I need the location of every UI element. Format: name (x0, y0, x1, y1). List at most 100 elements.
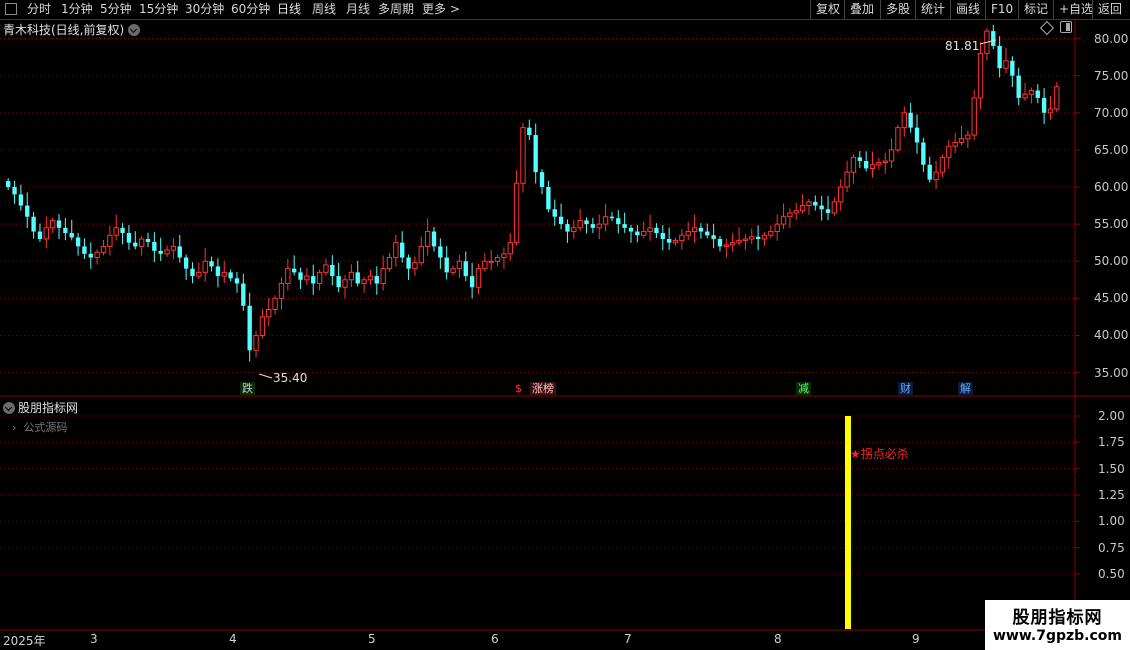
candle (730, 232, 736, 253)
candle (202, 248, 208, 282)
chevron-down-icon[interactable] (3, 402, 15, 414)
candle (711, 223, 716, 249)
candle (1003, 47, 1009, 74)
candle (857, 150, 862, 169)
candle (628, 224, 634, 243)
candle (520, 122, 526, 193)
candle (660, 224, 665, 251)
candle (444, 246, 449, 280)
candle (49, 217, 56, 233)
candle (164, 245, 170, 257)
candle (1041, 88, 1047, 125)
price-tick-label: 70.00 (1094, 105, 1129, 120)
candle (933, 160, 939, 189)
candle (253, 330, 259, 358)
candle (641, 221, 647, 239)
watermark-url: www.7gpzb.com (992, 628, 1122, 644)
candle (991, 24, 996, 49)
candle (386, 252, 393, 272)
indicator-title[interactable]: 股朋指标网 (3, 399, 78, 416)
candle (1047, 95, 1054, 120)
candle (361, 276, 367, 293)
source-code-link[interactable]: › 公式源码 (12, 419, 67, 435)
candle (12, 180, 17, 204)
candle (63, 218, 68, 241)
price-tick-label: 80.00 (1094, 31, 1129, 46)
price-tick-label: 35.00 (1094, 365, 1129, 380)
candle (418, 236, 424, 266)
candle (75, 232, 81, 256)
candle (266, 298, 272, 327)
candle (914, 114, 920, 154)
marker-top-gainers[interactable]: 涨榜 (530, 382, 556, 395)
x-label-april: 4 (229, 632, 237, 646)
candle (774, 214, 780, 241)
candle (780, 203, 787, 230)
candle (374, 266, 379, 295)
candle (825, 196, 831, 221)
candle (831, 197, 838, 216)
indicator-tick-label: 1.25 (1098, 488, 1125, 502)
candle (501, 247, 507, 269)
watermark-logo: 股朋指标网 www.7gpzb.com (985, 600, 1130, 650)
candle (984, 28, 990, 61)
candle (177, 234, 182, 263)
candle (596, 214, 602, 240)
candle (513, 170, 520, 246)
candle (552, 199, 557, 226)
candle (705, 223, 710, 239)
candle (475, 263, 482, 295)
candle (1054, 82, 1060, 113)
candle (37, 223, 43, 242)
x-label-july: 7 (624, 632, 632, 646)
candle (412, 256, 418, 276)
marker-dollar[interactable]: $ (513, 382, 524, 395)
candle (742, 234, 749, 250)
indicator-grid (0, 415, 1080, 575)
candle (1016, 67, 1021, 106)
candle (533, 123, 538, 184)
price-chart[interactable]: 81.81 35.40 ★拐点必杀 (0, 0, 1130, 650)
candle (482, 253, 488, 272)
candle (31, 212, 36, 239)
indicator-tick-label: 1.50 (1098, 461, 1125, 476)
candle (56, 214, 62, 240)
candle (908, 103, 913, 133)
candle (793, 202, 799, 221)
candle (546, 180, 551, 213)
x-label-may: 5 (368, 632, 376, 646)
candle (431, 226, 437, 252)
candle (336, 262, 341, 293)
candle (965, 130, 971, 148)
candle (348, 264, 355, 287)
marker-fall[interactable]: 跌 (240, 382, 255, 395)
candle (622, 212, 627, 233)
candle (609, 212, 615, 222)
candle (590, 217, 596, 233)
candle (850, 154, 857, 184)
candle (946, 139, 952, 169)
candle (278, 277, 285, 310)
candle (616, 210, 621, 234)
candle (488, 249, 494, 271)
candle (183, 254, 189, 280)
candle (761, 232, 768, 247)
candle (527, 119, 532, 141)
candle (838, 178, 844, 212)
candle (145, 232, 151, 247)
marker-unlock[interactable]: 解 (958, 382, 973, 395)
price-tick-label: 65.00 (1094, 142, 1129, 157)
candle (666, 227, 672, 250)
candle (799, 194, 806, 214)
candle (672, 237, 679, 246)
candle (565, 219, 570, 243)
candle (997, 36, 1002, 78)
candle (647, 214, 653, 241)
candle (869, 151, 876, 178)
candle (723, 238, 730, 258)
marker-finance[interactable]: 财 (898, 382, 913, 395)
candle (152, 232, 157, 263)
candle (393, 234, 399, 267)
candle (6, 178, 11, 190)
marker-reduce[interactable]: 减 (796, 382, 811, 395)
